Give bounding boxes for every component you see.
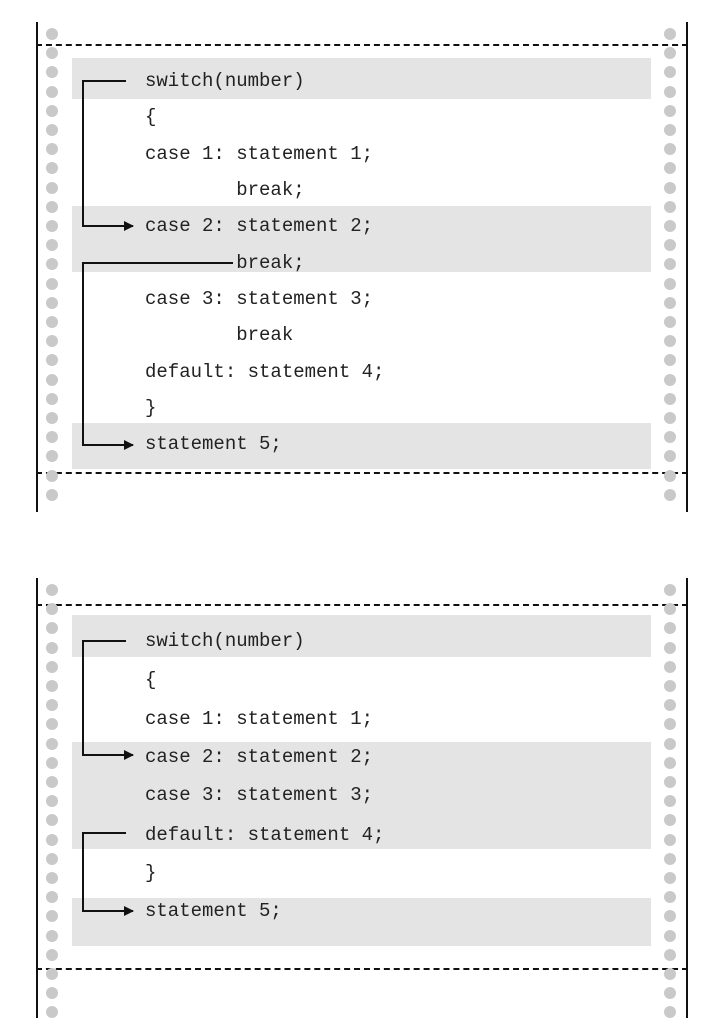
printout-sheet-bottom: switch(number) { case 1: statement 1; ca… <box>0 578 709 1018</box>
jump-arrow-break-to-statement-5 <box>82 262 233 450</box>
jump-arrow-switch-to-case-2 <box>82 80 134 231</box>
jump-arrow-switch-to-case-2 <box>82 640 134 760</box>
flow-arrows <box>82 640 134 916</box>
flow-arrows <box>82 80 233 450</box>
jump-arrow-default-to-statement-5 <box>82 832 134 916</box>
printout-sheet-top: switch(number) { case 1: statement 1; br… <box>0 22 709 512</box>
